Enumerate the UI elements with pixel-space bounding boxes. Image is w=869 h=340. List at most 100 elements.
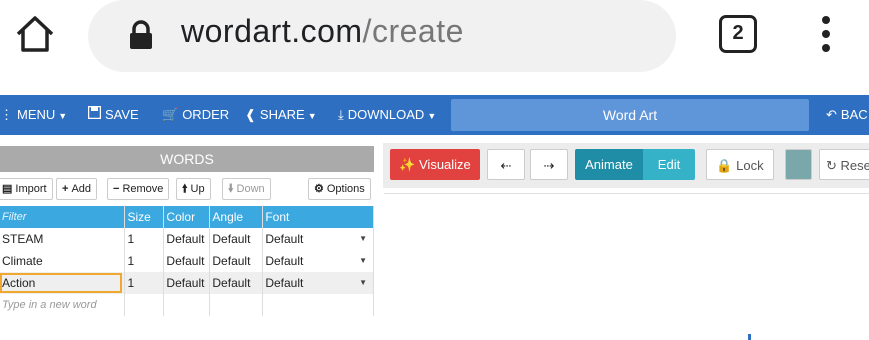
remove-button[interactable]: − Remove bbox=[107, 178, 170, 200]
back-label: BAC bbox=[840, 107, 868, 122]
kebab-menu-icon[interactable] bbox=[816, 12, 836, 56]
save-button[interactable]: SAVE bbox=[87, 95, 139, 135]
share-icon: ❰ bbox=[245, 107, 256, 122]
floppy-icon bbox=[87, 95, 102, 135]
visualize-button[interactable]: ✨ Visualize bbox=[390, 149, 480, 180]
size-cell[interactable]: 1 bbox=[124, 228, 165, 250]
import-icon: ▤ bbox=[2, 183, 13, 195]
down-button[interactable]: 🠛 Down bbox=[222, 178, 271, 200]
reset-label: Rese bbox=[840, 158, 869, 173]
table-row[interactable]: STEAM 1 Default Default Default ▼ bbox=[0, 228, 374, 250]
gear-icon: ⚙ bbox=[314, 183, 324, 195]
size-cell[interactable]: 1 bbox=[124, 272, 165, 294]
app-toolbar: ⋮ MENU ▼ SAVE 🛒 ORDER ❰ SHARE ▼ ⤓ DOWNLOAD ▼ Wo… bbox=[0, 95, 869, 135]
up-label: Up bbox=[190, 183, 205, 195]
table-header-row: Filter Size Color Angle Font bbox=[0, 206, 374, 228]
up-button[interactable]: 🠙 Up bbox=[176, 178, 211, 200]
remove-label: Remove bbox=[122, 183, 164, 195]
url-text[interactable]: wordart.com/create bbox=[181, 13, 464, 50]
menu-dots-icon: ⋮ bbox=[0, 107, 13, 122]
font-cell[interactable]: Default ▼ bbox=[262, 272, 374, 294]
import-button[interactable]: ▤ Import bbox=[0, 178, 53, 200]
animate-button[interactable]: Animate bbox=[575, 149, 643, 180]
minus-icon: − bbox=[113, 183, 120, 195]
menu-button[interactable]: ⋮ MENU ▼ bbox=[0, 95, 67, 135]
arrow-up-icon: 🠙 bbox=[182, 183, 188, 195]
word-cell[interactable]: Climate bbox=[0, 250, 126, 272]
lock-button[interactable]: 🔒 Lock bbox=[706, 149, 774, 180]
options-button[interactable]: ⚙ Options bbox=[308, 178, 371, 200]
redo-icon: ⇢ bbox=[543, 158, 555, 173]
edit-button[interactable]: Edit bbox=[643, 149, 695, 180]
home-icon[interactable] bbox=[14, 14, 56, 54]
reset-button[interactable]: ↻ Rese bbox=[819, 149, 869, 180]
padlock-icon: 🔒 bbox=[716, 158, 737, 173]
share-label: SHARE bbox=[259, 107, 305, 122]
empty-cell bbox=[124, 294, 165, 316]
import-label: Import bbox=[15, 183, 47, 195]
empty-cell bbox=[163, 294, 211, 316]
magic-wand-icon: ✨ bbox=[399, 157, 419, 172]
menu-label: MENU bbox=[17, 107, 56, 122]
visualize-label: Visualize bbox=[419, 157, 471, 172]
dropdown-arrow-icon[interactable]: ▼ bbox=[359, 234, 367, 243]
color-cell[interactable]: Default bbox=[163, 250, 211, 272]
table-row[interactable]: Climate 1 Default Default Default ▼ bbox=[0, 250, 374, 272]
tab-switcher-button[interactable]: 2 bbox=[719, 15, 757, 53]
dropdown-arrow-icon[interactable]: ▼ bbox=[359, 278, 367, 287]
angle-cell[interactable]: Default bbox=[209, 228, 264, 250]
column-font[interactable]: Font bbox=[262, 206, 374, 228]
download-button[interactable]: ⤓ DOWNLOAD ▼ bbox=[338, 95, 436, 135]
angle-cell[interactable]: Default bbox=[209, 250, 264, 272]
back-icon: ↶ bbox=[826, 107, 837, 122]
filter-input[interactable]: Filter bbox=[0, 206, 126, 228]
words-panel-header: WORDS bbox=[0, 146, 374, 172]
dropdown-arrow-icon[interactable]: ▼ bbox=[359, 256, 367, 265]
column-color[interactable]: Color bbox=[163, 206, 211, 228]
new-word-input[interactable]: Type in a new word bbox=[0, 294, 126, 316]
color-cell[interactable]: Default bbox=[163, 272, 211, 294]
order-button[interactable]: 🛒 ORDER bbox=[162, 95, 229, 135]
word-cell-editing[interactable]: Action bbox=[0, 272, 126, 294]
new-word-row[interactable]: Type in a new word bbox=[0, 294, 374, 316]
add-label: Add bbox=[71, 183, 92, 195]
font-cell[interactable]: Default ▼ bbox=[262, 228, 374, 250]
font-value: Default bbox=[265, 232, 304, 246]
table-row[interactable]: Action 1 Default Default Default ▼ bbox=[0, 272, 374, 294]
add-button[interactable]: + Add bbox=[56, 178, 98, 200]
download-label: DOWNLOAD bbox=[347, 107, 425, 122]
url-host: wordart.com bbox=[181, 13, 363, 49]
chevron-down-icon: ▼ bbox=[58, 111, 68, 121]
url-path: /create bbox=[362, 13, 464, 49]
font-value: Default bbox=[265, 276, 304, 290]
word-edit-input[interactable]: Action bbox=[0, 273, 122, 293]
undo-icon: ⇠ bbox=[500, 158, 512, 173]
chevron-down-icon: ▼ bbox=[307, 111, 317, 121]
words-table: Filter Size Color Angle Font STEAM 1 Def… bbox=[0, 206, 374, 316]
wordart-canvas[interactable] bbox=[384, 193, 869, 340]
back-button[interactable]: ↶ BAC bbox=[826, 95, 868, 135]
size-cell[interactable]: 1 bbox=[124, 250, 165, 272]
color-cell[interactable]: Default bbox=[163, 228, 211, 250]
redo-button[interactable]: ⇢ bbox=[530, 149, 568, 180]
wordart-title-input[interactable]: Word Art bbox=[451, 99, 809, 131]
editor-toolbar: ✨ Visualize ⇠ ⇢ Animate Edit 🔒 Lock ↻ Re… bbox=[383, 143, 869, 188]
share-button[interactable]: ❰ SHARE ▼ bbox=[245, 95, 317, 135]
options-label: Options bbox=[326, 183, 365, 195]
chevron-down-icon: ▼ bbox=[427, 111, 437, 121]
canvas-shape-fragment bbox=[748, 334, 751, 340]
plus-icon: + bbox=[62, 183, 69, 195]
word-cell[interactable]: STEAM bbox=[0, 228, 126, 250]
color-swatch[interactable] bbox=[785, 149, 812, 180]
save-label: SAVE bbox=[105, 107, 139, 122]
column-angle[interactable]: Angle bbox=[209, 206, 264, 228]
download-icon: ⤓ bbox=[338, 107, 344, 122]
font-cell[interactable]: Default ▼ bbox=[262, 250, 374, 272]
undo-button[interactable]: ⇠ bbox=[487, 149, 525, 180]
column-size[interactable]: Size bbox=[124, 206, 165, 228]
down-label: Down bbox=[236, 183, 265, 195]
font-value: Default bbox=[265, 254, 304, 268]
order-label: ORDER bbox=[182, 107, 230, 122]
words-toolbar: ▤ Import + Add − Remove 🠙 Up 🠛 Down ⚙ Options bbox=[0, 172, 374, 205]
angle-cell[interactable]: Default bbox=[209, 272, 264, 294]
